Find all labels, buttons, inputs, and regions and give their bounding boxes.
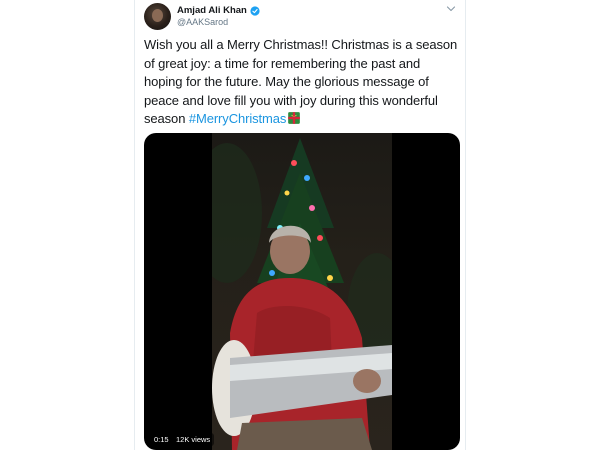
tweet-text-last-line: season #MerryChristmas — [144, 110, 460, 129]
gift-icon — [288, 112, 301, 124]
right-margin — [466, 0, 600, 450]
avatar[interactable] — [144, 3, 171, 30]
video-player[interactable]: 0:15 12K views — [144, 133, 460, 450]
user-handle[interactable]: @AAKSarod — [177, 17, 228, 27]
hashtag-link[interactable]: #MerryChristmas — [189, 111, 287, 126]
left-margin — [0, 0, 134, 450]
video-thumbnail[interactable] — [212, 133, 392, 450]
display-name[interactable]: Amjad Ali Khan — [177, 5, 260, 16]
display-name-text[interactable]: Amjad Ali Khan — [177, 5, 247, 16]
tweet-text-line: of great joy: a time for remembering the… — [144, 55, 421, 71]
tweet-text: Wish you all a Merry Christmas!! Christm… — [144, 36, 460, 129]
video-scene-art — [212, 138, 392, 450]
tweet-text-line: hoping for the future. May the glorious … — [144, 74, 429, 89]
tweet-text-line: peace and love fill you with joy during … — [144, 92, 438, 108]
verified-badge-icon — [250, 5, 260, 16]
video-view-count: 12K views — [172, 433, 215, 446]
tweet-text-line: season — [144, 111, 189, 126]
chevron-down-icon[interactable] — [445, 4, 457, 14]
avatar-face — [152, 9, 163, 22]
video-elapsed-time: 0:15 — [150, 433, 173, 446]
tweet-card[interactable]: Amjad Ali Khan @AAKSarod Wish you all a … — [134, 0, 466, 450]
tweet-text-line: Wish you all a Merry Christmas!! Christm… — [144, 37, 458, 52]
